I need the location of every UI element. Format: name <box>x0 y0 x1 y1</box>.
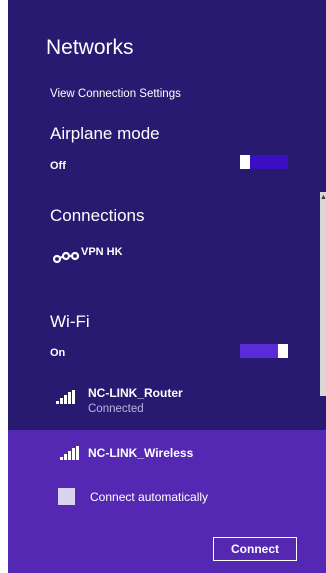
scrollbar[interactable] <box>320 192 326 396</box>
vpn-icon <box>52 251 80 264</box>
airplane-mode-toggle[interactable] <box>240 155 288 169</box>
connect-automatically-checkbox[interactable] <box>58 488 75 505</box>
connections-label: Connections <box>50 206 145 225</box>
page-title: Networks <box>46 36 134 59</box>
wifi-network-name: NC-LINK_Wireless <box>88 446 194 460</box>
wifi-toggle-thumb <box>278 344 288 358</box>
vpn-connection-name: VPN HK <box>81 246 123 258</box>
connect-automatically-label[interactable]: Connect automatically <box>90 490 208 504</box>
scroll-up-arrow-icon[interactable]: ▲ <box>320 192 326 204</box>
wifi-toggle[interactable] <box>240 344 288 358</box>
wifi-signal-icon <box>60 446 80 460</box>
wifi-network-name: NC-LINK_Router <box>88 386 183 400</box>
networks-pane: Networks View Connection Settings Airpla… <box>8 0 326 573</box>
wifi-state: On <box>50 347 66 359</box>
wifi-label: Wi-Fi <box>50 312 90 331</box>
airplane-mode-state: Off <box>50 160 66 172</box>
wifi-signal-icon <box>56 390 76 404</box>
wifi-network-status: Connected <box>88 403 144 415</box>
view-connection-settings-link[interactable]: View Connection Settings <box>50 88 181 100</box>
connect-button[interactable]: Connect <box>213 537 297 561</box>
airplane-toggle-thumb <box>240 155 250 169</box>
airplane-mode-label: Airplane mode <box>50 124 160 143</box>
